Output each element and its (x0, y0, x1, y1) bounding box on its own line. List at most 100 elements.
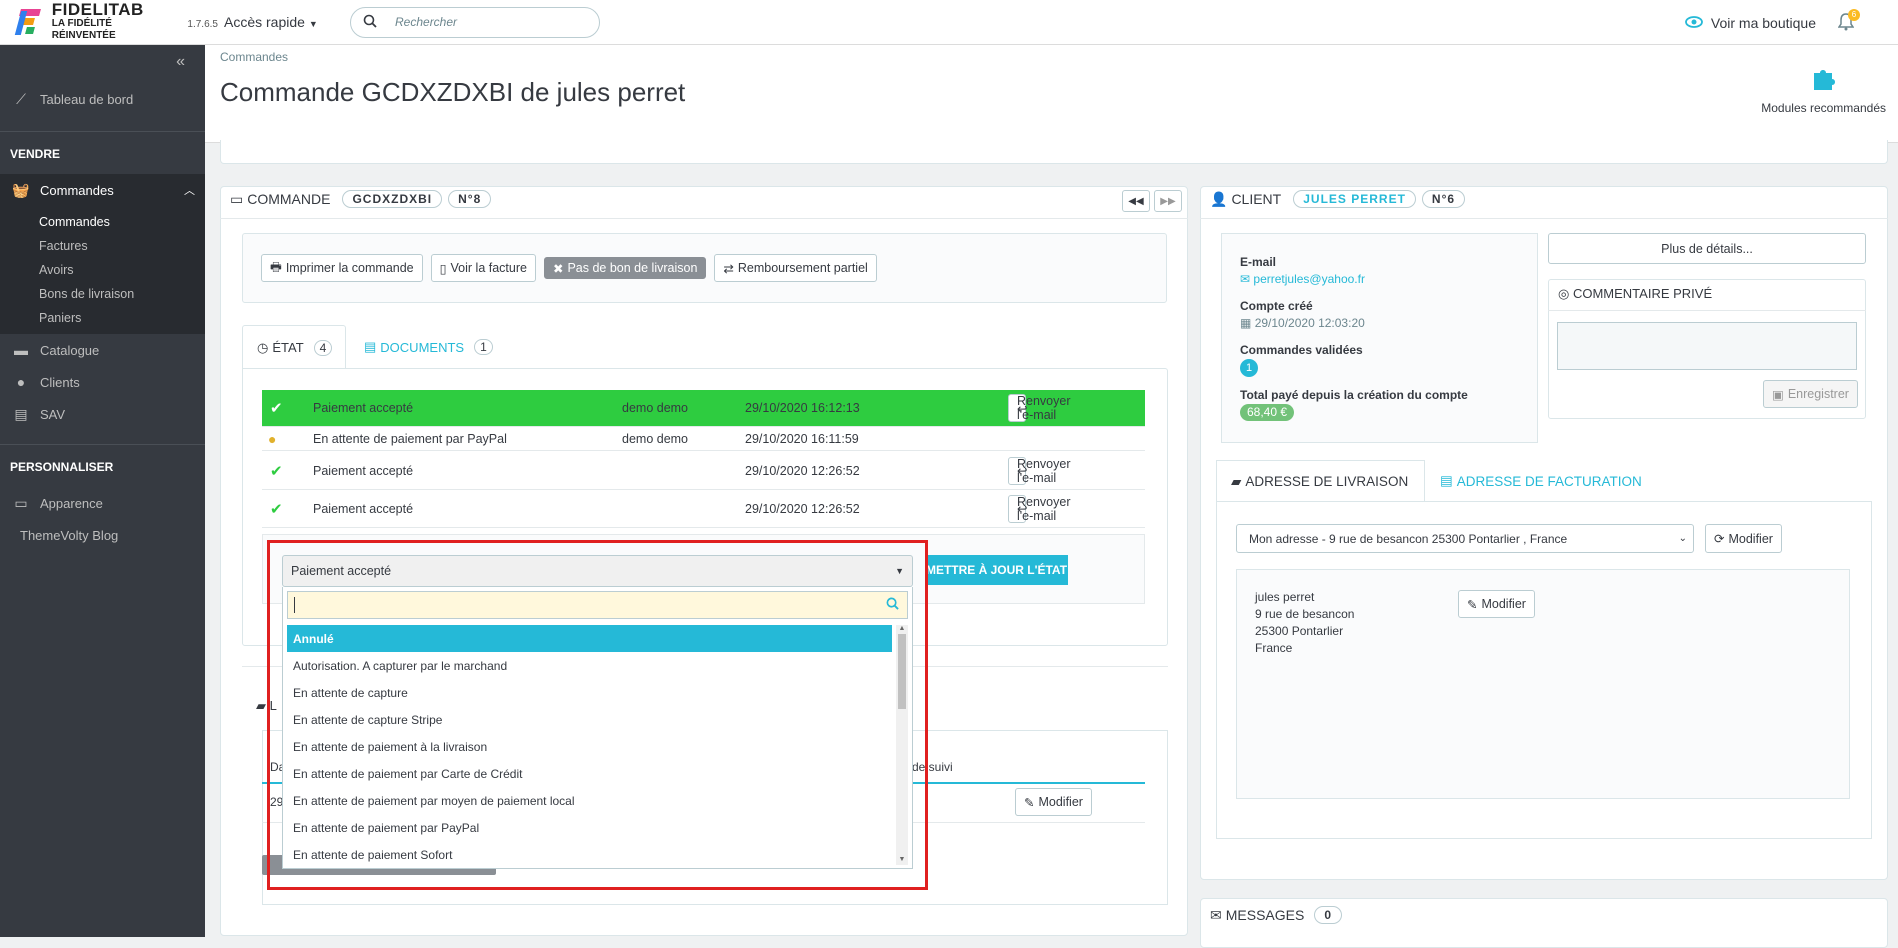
no-delivery-slip-button: ✖ Pas de bon de livraison (543, 257, 707, 279)
update-state-button[interactable]: METTRE À JOUR L'ÉTAT (925, 555, 1068, 585)
messages-heading: ✉ MESSAGES 0 (1210, 906, 1343, 924)
btn-label: Pas de bon de livraison (567, 261, 698, 275)
credit-card-icon: ▭ (230, 190, 244, 207)
dropdown-option[interactable]: Annulé (287, 625, 892, 652)
sidebar-subitem-invoices[interactable]: Factures (0, 234, 205, 258)
sidebar-item-catalog[interactable]: ▬ Catalogue (0, 334, 205, 366)
search-input[interactable]: Rechercher (350, 6, 600, 38)
dropdown-option[interactable]: En attente de capture (287, 679, 892, 706)
modify-shipping-button[interactable]: ✎ Modifier (1015, 788, 1092, 816)
check-icon: ✔ (270, 400, 283, 417)
envelope-icon: ✉ (1240, 272, 1251, 286)
address-line: France (1255, 641, 1293, 655)
file-text-icon: ▤ (1440, 473, 1453, 488)
sidebar-label: Catalogue (40, 342, 100, 358)
more-details-button[interactable]: Plus de détails... (1548, 233, 1866, 264)
tab-label: ADRESSE DE LIVRAISON (1245, 474, 1409, 489)
resend-email-button[interactable]: ↩ Renvoyer l'e-mail (1008, 456, 1071, 485)
modify-address-button[interactable]: ✎ Modifier (1458, 590, 1535, 618)
sidebar-label: ThemeVolty Blog (20, 527, 119, 543)
dropdown-option[interactable]: En attente de paiement à la livraison (287, 733, 892, 760)
history-date: 29/10/2020 12:26:52 (745, 463, 860, 478)
file-icon: ▯ (439, 261, 447, 276)
sidebar-label: Clients (40, 374, 80, 390)
print-order-button[interactable]: 🖶 Imprimer la commande (261, 254, 423, 282)
recommended-modules-button[interactable]: Modules recommandés (1761, 65, 1886, 115)
dropdown-scrollbar[interactable]: ▲ ▼ (896, 625, 908, 865)
dropdown-option[interactable]: En attente de paiement par Carte de Créd… (287, 760, 892, 787)
tab-invoice-address[interactable]: ▤ ADRESSE DE FACTURATION (1440, 460, 1642, 502)
messages-count-badge: 0 (1314, 906, 1343, 924)
dropdown-option[interactable]: En attente de paiement par moyen de paie… (287, 787, 892, 814)
breadcrumb[interactable]: Commandes (220, 50, 288, 64)
created-label: Compte créé (1240, 299, 1313, 313)
backward-icon: ◀◀ (1128, 195, 1144, 207)
sidebar-item-sav[interactable]: ▤ SAV (0, 398, 205, 430)
client-panel-heading: 👤 CLIENT JULES PERRET N°6 (1210, 190, 1466, 208)
tab-delivery-address[interactable]: ▰ ADRESSE DE LIVRAISON (1216, 460, 1425, 502)
sidebar-subitem-carts[interactable]: Paniers (0, 306, 205, 330)
sidebar-item-appearance[interactable]: ▭ Apparence (0, 487, 205, 519)
comment-textarea[interactable] (1557, 322, 1857, 370)
tab-label: DOCUMENTS (380, 339, 465, 355)
sidebar-subitem-orders[interactable]: Commandes (0, 210, 205, 234)
puzzle-icon (1761, 65, 1886, 95)
view-invoice-button[interactable]: ▯ Voir la facture (430, 254, 536, 282)
client-name-badge[interactable]: JULES PERRET (1293, 190, 1416, 208)
tab-count-badge: 1 (474, 339, 493, 355)
dropdown-option[interactable]: En attente de capture Stripe (287, 706, 892, 733)
address-line: 25300 Pontarlier (1255, 624, 1344, 638)
logo-mark-icon (14, 7, 44, 37)
tab-documents[interactable]: ▤ DOCUMENTS 1 (364, 325, 493, 369)
search-icon (363, 14, 377, 31)
sidebar-subitem-credit-slips[interactable]: Avoirs (0, 258, 205, 282)
history-row: ✔ Paiement accepté 29/10/2020 12:26:52 ↩… (262, 452, 1145, 490)
sidebar-subitem-delivery-slips[interactable]: Bons de livraison (0, 282, 205, 306)
pencil-icon: ✎ (1024, 795, 1035, 810)
email-link[interactable]: ✉ perretjules@yahoo.fr (1240, 271, 1468, 288)
dropdown-option[interactable]: En attente de paiement par PayPal (287, 814, 892, 841)
collapse-sidebar-icon[interactable]: « (0, 53, 205, 73)
page-title: Commande GCDXZDXBI de jules perret (220, 77, 686, 107)
page-header: Commandes Commande GCDXZDXBI de jules pe… (205, 45, 1898, 143)
sidebar-item-dashboard[interactable]: ⟋ Tableau de bord (0, 83, 205, 115)
prev-order-button[interactable]: ◀◀ (1122, 190, 1150, 212)
notifications-button[interactable]: 6 (1837, 8, 1860, 33)
view-shop-link[interactable]: Voir ma boutique (1685, 15, 1816, 31)
address-line: jules perret (1255, 590, 1315, 604)
save-icon: ▣ (1772, 387, 1784, 402)
brand-logo[interactable]: FIDELITAB LA FIDÉLITÉ RÉINVENTÉE 1.7.6.5 (0, 0, 218, 42)
resend-email-button[interactable]: ↩ Renvoyer l'e-mail (1008, 494, 1071, 523)
total-label: Total payé depuis la création du compte (1240, 388, 1468, 402)
dropdown-option[interactable]: Autorisation. A capturer par le marchand (287, 652, 892, 679)
next-order-button[interactable]: ▶▶ (1154, 190, 1182, 212)
sidebar-item-orders[interactable]: 🧺 Commandes ︿ (0, 174, 205, 206)
search-icon (886, 597, 899, 613)
basket-icon: 🧺 (12, 181, 30, 198)
chevron-up-icon: ︿ (184, 185, 195, 197)
exchange-icon: ⇄ (723, 261, 734, 276)
state-select-value: Paiement accepté (291, 564, 392, 578)
save-comment-button[interactable]: ▣ Enregistrer (1763, 380, 1858, 408)
section-customize: PERSONNALISER (10, 460, 114, 474)
sidebar-label: Apparence (40, 495, 103, 511)
file-text-icon: ▤ (364, 339, 377, 354)
dropdown-search-input[interactable] (287, 591, 908, 619)
sidebar-item-clients[interactable]: ● Clients (0, 366, 205, 398)
check-icon: ✔ (270, 462, 283, 480)
sidebar-item-blog[interactable]: ThemeVolty Blog (0, 519, 205, 551)
quick-access-menu[interactable]: Accès rapide ▼ (224, 14, 344, 30)
trending-up-icon: ⟋ (16, 90, 26, 107)
partial-refund-button[interactable]: ⇄ Remboursement partiel (714, 254, 877, 282)
address-select[interactable]: Mon adresse - 9 rue de besancon 25300 Po… (1236, 524, 1694, 553)
print-icon: 🖶 (270, 259, 282, 274)
resend-email-button[interactable]: ↩ Renvoyer l'e-mail (1008, 394, 1071, 422)
order-num-badge: N°8 (448, 190, 492, 208)
top-bar: FIDELITAB LA FIDÉLITÉ RÉINVENTÉE 1.7.6.5… (0, 0, 1898, 45)
modify-address-select-button[interactable]: ⟳ Modifier (1705, 524, 1782, 553)
state-select[interactable]: Paiement accepté ▼ (282, 555, 913, 587)
tab-state[interactable]: ◷ ÉTAT 4 (242, 325, 346, 369)
quick-access-label: Accès rapide (224, 14, 305, 30)
brand-name: FIDELITAB (51, 0, 144, 19)
dropdown-option[interactable]: En attente de paiement Sofort (287, 841, 892, 865)
